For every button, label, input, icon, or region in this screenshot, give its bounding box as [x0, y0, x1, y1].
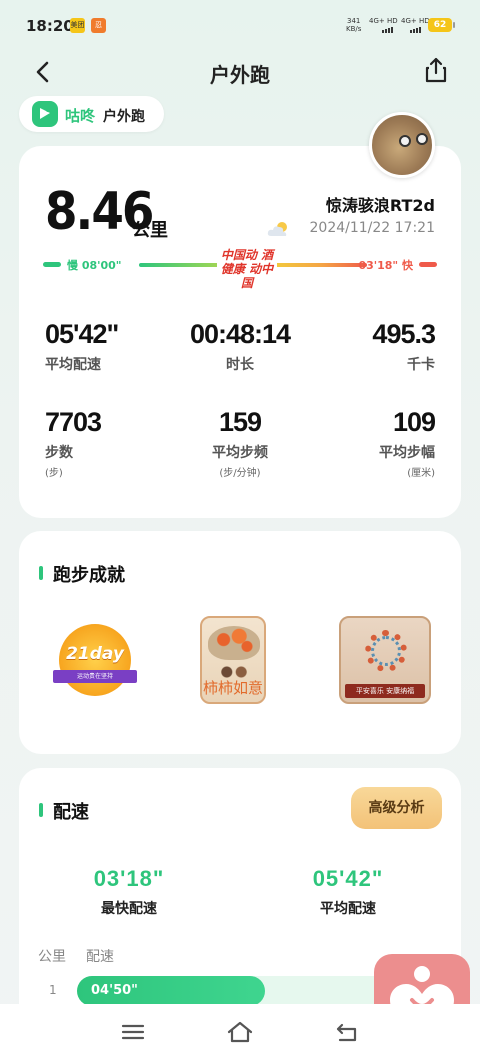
summary-card: 8.46 公里 惊涛骇浪RT2d 2024/11/22 17:21 慢 08'0…	[19, 146, 461, 518]
fast-pace-label: 03'18" 快	[358, 259, 413, 272]
stat-unit: (步/分钟)	[219, 468, 261, 479]
persimmon-tree	[208, 626, 260, 660]
signal-label-1: 4G+ HD	[369, 17, 398, 25]
system-nav-bar	[0, 1004, 480, 1061]
badge-persimmon[interactable]: 柿柿如意	[200, 616, 280, 708]
stat-label: 步数	[45, 445, 73, 461]
average-pace: 05'42" 平均配速	[248, 866, 448, 918]
advanced-analysis-button[interactable]: 高级分析	[351, 787, 442, 829]
partly-cloudy-icon	[267, 220, 291, 238]
average-pace-label: 平均配速	[320, 901, 376, 917]
fastest-pace-label: 最快配速	[101, 901, 157, 917]
stamp-line-1: 中国动 酒	[220, 248, 274, 262]
stat-value: 109	[392, 407, 436, 437]
stat-value: 495.3	[372, 319, 436, 349]
fastest-pace-value: 03'18"	[93, 866, 165, 891]
network-speed-unit: KB/s	[346, 25, 362, 33]
medal-21day-icon: 21day 运动贵在坚持	[53, 624, 137, 696]
stat-label: 千卡	[407, 357, 435, 373]
stat-steps: 7703 步数 (步)	[45, 407, 185, 479]
stat-value: 00:48:14	[189, 319, 291, 349]
stat-label: 平均步幅	[379, 445, 435, 461]
badge-caption: 柿柿如意	[202, 679, 263, 697]
username: 惊涛骇浪RT2d	[325, 196, 435, 215]
status-time: 18:20	[26, 17, 74, 35]
page-title: 户外跑	[210, 63, 270, 87]
back-icon[interactable]	[333, 1018, 361, 1046]
badge-21day[interactable]: 21day 运动贵在坚持	[53, 616, 137, 708]
slow-marker	[43, 262, 61, 267]
app-notification-icon: 忍	[91, 18, 106, 33]
menu-icon[interactable]	[119, 1018, 147, 1046]
prayer-beads-icon: 平安喜乐 安康纳福	[339, 616, 431, 704]
stat-stride: 109 平均步幅 (厘米)	[295, 407, 436, 479]
stat-cadence: 159 平均步频 (步/分钟)	[170, 407, 310, 479]
meituan-notification-icon: 美团	[70, 18, 85, 33]
stat-value: 159	[218, 407, 262, 437]
stat-label: 平均配速	[45, 357, 101, 373]
badge-beads[interactable]: 平安喜乐 安康纳福	[339, 616, 431, 708]
stat-calories: 495.3 千卡	[295, 319, 436, 374]
col-km: 公里	[38, 949, 66, 965]
fast-marker	[419, 262, 437, 267]
run-datetime: 2024/11/22 17:21	[309, 220, 436, 236]
brand-name: 咕咚	[65, 107, 96, 125]
distance-unit: 公里	[132, 220, 168, 241]
stamp-line-2: 健康 动中国	[220, 262, 274, 290]
achievements-card: 跑步成就 21day 运动贵在坚持 柿柿如意 平安喜乐 安康纳福	[19, 531, 461, 754]
avatar-eye	[399, 135, 411, 147]
fastest-pace: 03'18" 最快配速	[29, 866, 229, 918]
col-pace: 配速	[86, 949, 114, 965]
signal-bars-2-icon	[410, 27, 421, 33]
status-bar: 18:20 美团 忍 341 KB/s 4G+ HD 4G+ HD 62	[0, 0, 480, 50]
pace-range-bar: 慢 08'00" 中国动 酒 健康 动中国 03'18" 快	[43, 248, 437, 290]
brand-sport: 户外跑	[103, 109, 145, 125]
brand-pill: 咕咚 户外跑	[19, 96, 164, 132]
achievements-title: 跑步成就	[39, 561, 125, 587]
pace-row-km: 1	[49, 983, 57, 997]
stat-value: 7703	[45, 407, 102, 437]
slow-pace-label: 慢 08'00"	[67, 259, 122, 272]
pace-row-value: 04'50"	[91, 983, 138, 998]
share-icon[interactable]	[422, 56, 450, 84]
stat-label: 平均步频	[212, 445, 268, 461]
stat-duration: 00:48:14 时长	[170, 319, 310, 374]
stat-avg-pace: 05'42" 平均配速	[45, 319, 185, 374]
medal-text: 21day	[66, 644, 124, 664]
stat-value: 05'42"	[45, 319, 119, 349]
avatar[interactable]	[369, 112, 435, 178]
bead-ring-inner	[371, 636, 401, 666]
pace-title: 配速	[39, 798, 89, 824]
badge-caption: 平安喜乐 安康纳福	[345, 684, 425, 698]
stat-unit: (步)	[45, 468, 63, 479]
stat-unit: (厘米)	[407, 468, 435, 479]
china-sport-stamp: 中国动 酒 健康 动中国	[217, 248, 277, 290]
signal-label-2: 4G+ HD	[401, 17, 430, 25]
codoon-logo-icon	[32, 101, 58, 127]
network-speed: 341 KB/s	[346, 17, 361, 33]
medal-ribbon: 运动贵在坚持	[53, 670, 137, 683]
network-speed-value: 341	[347, 17, 361, 25]
nav-bar: 户外跑	[0, 50, 480, 94]
average-pace-value: 05'42"	[312, 866, 384, 891]
signal-bars-1-icon	[382, 27, 393, 33]
stat-label: 时长	[226, 357, 254, 373]
home-icon[interactable]	[226, 1018, 254, 1046]
avatar-eye	[416, 133, 428, 145]
battery-icon: 62	[428, 18, 455, 32]
persimmon-art-icon: 柿柿如意	[200, 616, 266, 704]
pace-table-header: 公里 配速	[38, 946, 134, 966]
